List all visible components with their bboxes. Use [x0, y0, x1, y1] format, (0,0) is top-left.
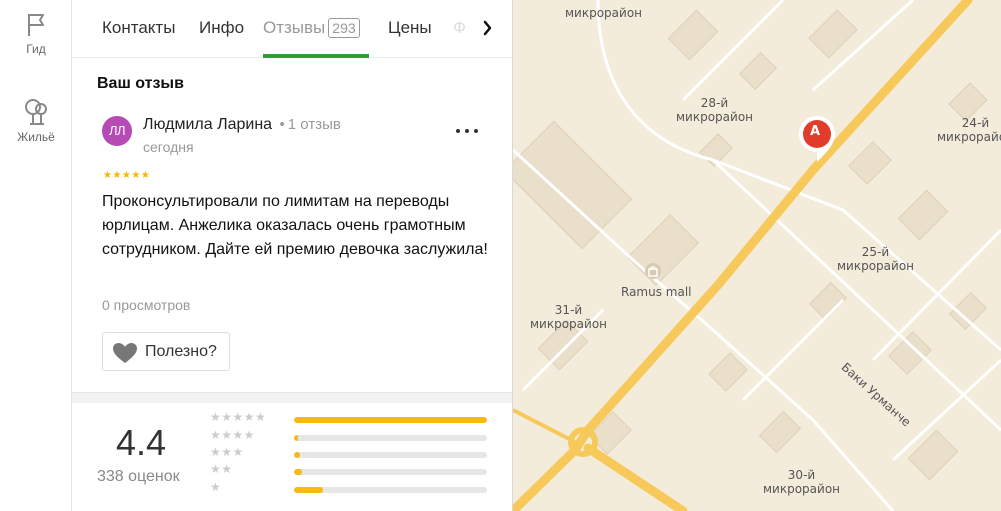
review-stars: ★★★★★ — [103, 170, 151, 181]
tab-reviews[interactable]: Отзывы 293 — [263, 18, 360, 38]
chevron-right-icon — [483, 20, 492, 36]
row-bar — [294, 469, 487, 475]
row-bar-fill — [294, 452, 300, 458]
tab-reviews-label: Отзывы — [263, 18, 326, 37]
map-label-district-28: 28-й микрорайон — [676, 96, 753, 124]
review-views: 0 просмотров — [102, 297, 191, 313]
rating-row-1: ★ — [210, 480, 490, 499]
row-stars: ★ — [210, 480, 222, 494]
row-stars: ★★★ — [210, 445, 244, 459]
label-31: 31-й микрорайон — [530, 303, 608, 331]
rail-item-label: Жильё — [17, 130, 55, 144]
row-bar-fill — [294, 435, 298, 441]
map-canvas — [513, 0, 1001, 511]
row-stars: ★★★★ — [210, 428, 256, 442]
rating-score: 4.4 — [116, 422, 167, 463]
row-bar — [294, 435, 487, 441]
flag-icon — [28, 14, 44, 36]
review-text: Проконсультировали по лимитам на перевод… — [102, 193, 488, 258]
active-tab-indicator — [263, 54, 369, 58]
map-label-ramus-mall[interactable]: Ramus mall — [621, 285, 692, 299]
housing-icon — [25, 99, 47, 125]
map-label-district-30: 30-й микрорайон — [763, 468, 840, 496]
marker-letter[interactable]: А — [810, 125, 820, 139]
review-author[interactable]: Людмила Ларина • 1 отзыв — [143, 116, 341, 134]
label-25: 25-й микрорайон — [837, 245, 915, 273]
meta-separator: • — [279, 116, 285, 133]
left-rail: Гид Жильё — [0, 0, 72, 511]
useful-label: Полезно? — [145, 343, 217, 360]
tabs-bar: Контакты Инфо Отзывы 293 Цены Ф — [72, 0, 512, 58]
reviews-count-badge: 293 — [328, 18, 360, 38]
author-review-count: 1 отзыв — [287, 116, 341, 133]
row-bar — [294, 417, 487, 423]
rating-row-2: ★★ — [210, 462, 490, 481]
rail-item-label: Гид — [26, 42, 46, 56]
more-dot — [474, 129, 478, 133]
more-options-button[interactable] — [456, 124, 478, 138]
tab-info[interactable]: Инфо — [199, 18, 244, 38]
rating-count: 338 оценок — [97, 468, 180, 485]
org-panel: Контакты Инфо Отзывы 293 Цены Ф Ваш отзыв… — [72, 0, 513, 511]
more-dot — [456, 129, 460, 133]
tab-prices[interactable]: Цены — [388, 18, 432, 38]
section-title: Ваш отзыв — [97, 75, 184, 92]
row-bar-fill — [294, 469, 302, 475]
row-bar-fill — [294, 417, 487, 423]
tabs-next-button[interactable] — [476, 14, 506, 42]
section-divider — [72, 392, 512, 403]
label-24: 24-й микрорайон — [937, 116, 1001, 144]
rating-row-4: ★★★★ — [210, 428, 490, 447]
row-stars: ★★ — [210, 462, 233, 476]
map-label-district-25: 25-й микрорайон — [837, 245, 914, 273]
author-meta: • 1 отзыв — [277, 116, 341, 133]
map-label-district-24: 24-й микрорайон — [937, 116, 1001, 144]
author-name: Людмила Ларина — [143, 116, 273, 133]
rating-row-5: ★★★★★ — [210, 410, 490, 429]
avatar[interactable]: ЛЛ — [102, 116, 132, 146]
heart-icon — [113, 343, 137, 363]
tab-photos[interactable]: Ф — [453, 18, 466, 38]
more-dot — [465, 129, 469, 133]
review-date: сегодня — [143, 139, 194, 155]
row-bar — [294, 487, 487, 493]
row-stars: ★★★★★ — [210, 410, 267, 424]
useful-button[interactable]: Полезно? — [102, 332, 230, 371]
row-bar — [294, 452, 487, 458]
label-30: 30-й микрорайон — [763, 468, 841, 496]
map-view[interactable]: микрорайон 28-й микрорайон 24-й микрорай… — [513, 0, 1001, 511]
row-bar-fill — [294, 487, 323, 493]
label-28: 28-й микрорайон — [676, 96, 754, 124]
map-label-district: микрорайон — [565, 6, 643, 20]
map-label-district-31: 31-й микрорайон — [530, 303, 607, 331]
rail-item-housing[interactable]: Жильё — [0, 96, 72, 144]
rail-item-guide[interactable]: Гид — [0, 12, 72, 56]
rating-row-3: ★★★ — [210, 445, 490, 464]
tab-contacts[interactable]: Контакты — [102, 18, 175, 38]
